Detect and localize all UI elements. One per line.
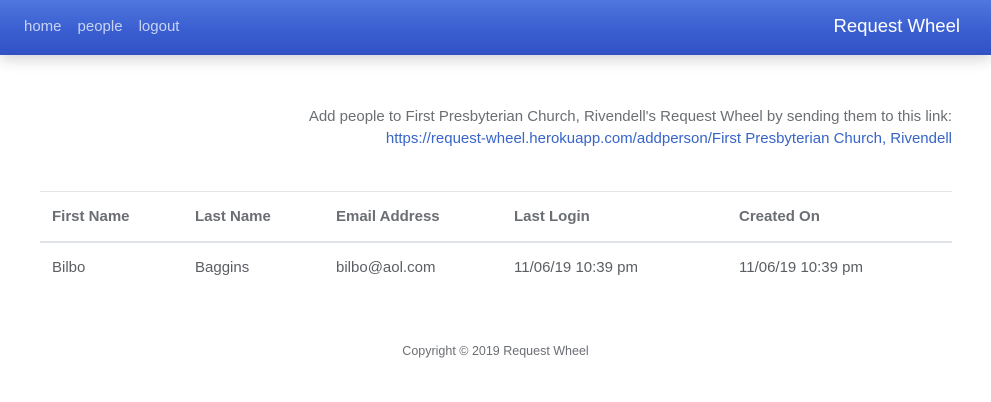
header-first-name: First Name: [40, 191, 183, 243]
header-last-login: Last Login: [502, 191, 727, 243]
header-last-name: Last Name: [183, 191, 324, 243]
table-header-row: First Name Last Name Email Address Last …: [40, 191, 952, 243]
people-table: First Name Last Name Email Address Last …: [40, 191, 952, 292]
cell-created-on: 11/06/19 10:39 pm: [739, 258, 863, 276]
cell-first-name: Bilbo: [52, 258, 86, 276]
footer-copyright: Copyright © 2019 Request Wheel: [402, 344, 589, 358]
brand-title[interactable]: Request Wheel: [834, 15, 960, 37]
add-person-link[interactable]: https://request-wheel.herokuapp.com/addp…: [386, 130, 952, 147]
nav-link-people[interactable]: people: [78, 18, 123, 36]
table-row: Bilbo Baggins bilbo@aol.com 11/06/19 10:…: [40, 242, 952, 292]
top-navbar: home people logout Request Wheel: [0, 0, 991, 55]
cell-email-address: bilbo@aol.com: [336, 258, 436, 276]
nav-links: home people logout: [24, 18, 179, 36]
cell-last-login: 11/06/19 10:39 pm: [514, 258, 638, 276]
nav-link-home[interactable]: home: [24, 18, 62, 36]
add-people-info: Add people to First Presbyterian Church,…: [309, 106, 952, 150]
header-email-address: Email Address: [324, 191, 502, 243]
add-people-text: Add people to First Presbyterian Church,…: [308, 108, 952, 125]
header-created-on: Created On: [727, 191, 952, 243]
cell-last-name: Baggins: [195, 258, 250, 276]
nav-link-logout[interactable]: logout: [139, 18, 180, 36]
